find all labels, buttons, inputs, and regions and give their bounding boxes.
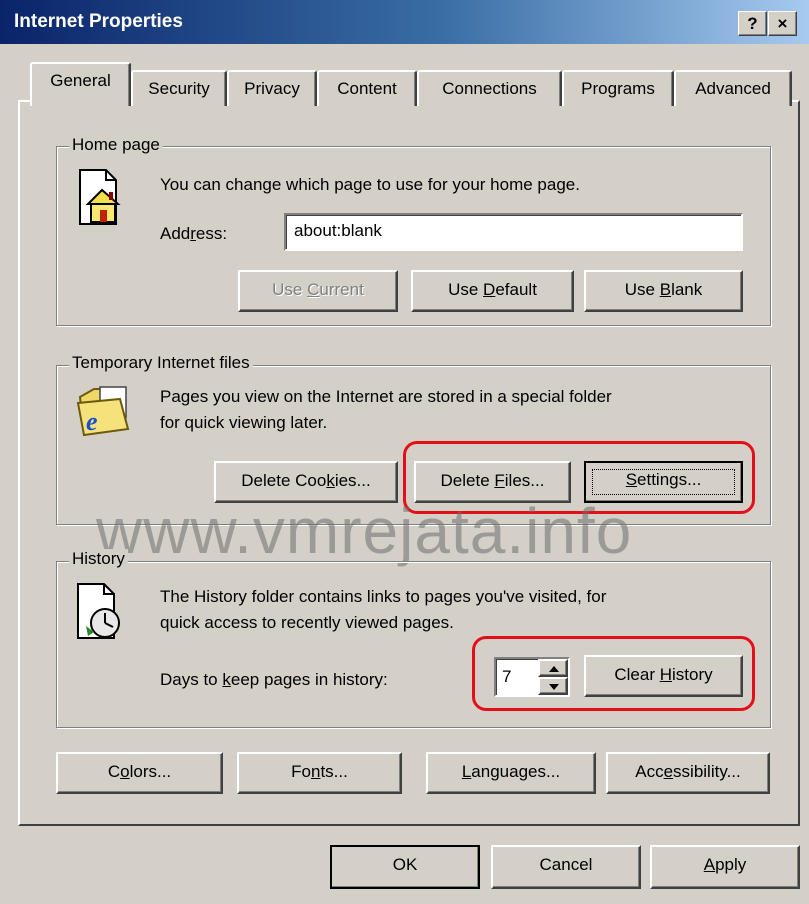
accessibility-button[interactable]: Accessibility... xyxy=(606,752,770,794)
use-default-button[interactable]: Use Default xyxy=(411,270,574,312)
ok-button[interactable]: OK xyxy=(330,845,480,889)
temp-files-description-2: for quick viewing later. xyxy=(160,413,328,432)
watermark: www.vmrejata.info xyxy=(96,495,633,567)
internet-folder-icon: e xyxy=(74,383,132,439)
address-label: Address: xyxy=(160,224,228,243)
history-legend: History xyxy=(69,549,128,569)
address-field[interactable]: about:blank xyxy=(284,213,743,251)
home-page-description: You can change which page to use for you… xyxy=(160,175,580,194)
svg-text:e: e xyxy=(86,407,98,436)
tab-general[interactable]: General xyxy=(30,62,131,106)
history-description-2: quick access to recently viewed pages. xyxy=(160,613,454,632)
tab-security[interactable]: Security xyxy=(131,70,227,106)
window-title: Internet Properties xyxy=(14,11,183,32)
help-button[interactable]: ? xyxy=(738,11,767,36)
tab-content[interactable]: Content xyxy=(317,70,417,106)
history-description-1: The History folder contains links to pag… xyxy=(160,587,607,606)
help-icon: ? xyxy=(747,14,758,33)
tab-programs[interactable]: Programs xyxy=(562,70,674,106)
temp-files-description-1: Pages you view on the Internet are store… xyxy=(160,387,612,406)
fonts-button[interactable]: Fonts... xyxy=(237,752,402,794)
languages-button[interactable]: Languages... xyxy=(426,752,596,794)
tab-advanced[interactable]: Advanced xyxy=(674,70,792,106)
home-page-legend: Home page xyxy=(69,135,163,155)
close-button[interactable]: × xyxy=(768,11,797,36)
temp-files-legend: Temporary Internet files xyxy=(69,353,253,373)
home-page-icon xyxy=(76,168,126,226)
history-clock-icon xyxy=(74,582,126,640)
tab-connections[interactable]: Connections xyxy=(417,70,562,106)
tab-privacy[interactable]: Privacy xyxy=(227,70,317,106)
days-to-keep-label: Days to keep pages in history: xyxy=(160,670,388,689)
apply-button[interactable]: Apply xyxy=(650,845,800,889)
use-blank-button[interactable]: Use Blank xyxy=(584,270,743,312)
use-current-button[interactable]: Use Current xyxy=(238,270,398,312)
cancel-button[interactable]: Cancel xyxy=(491,845,641,889)
highlight-history-controls xyxy=(472,636,755,711)
close-icon: × xyxy=(777,14,788,33)
colors-button[interactable]: Colors... xyxy=(56,752,223,794)
